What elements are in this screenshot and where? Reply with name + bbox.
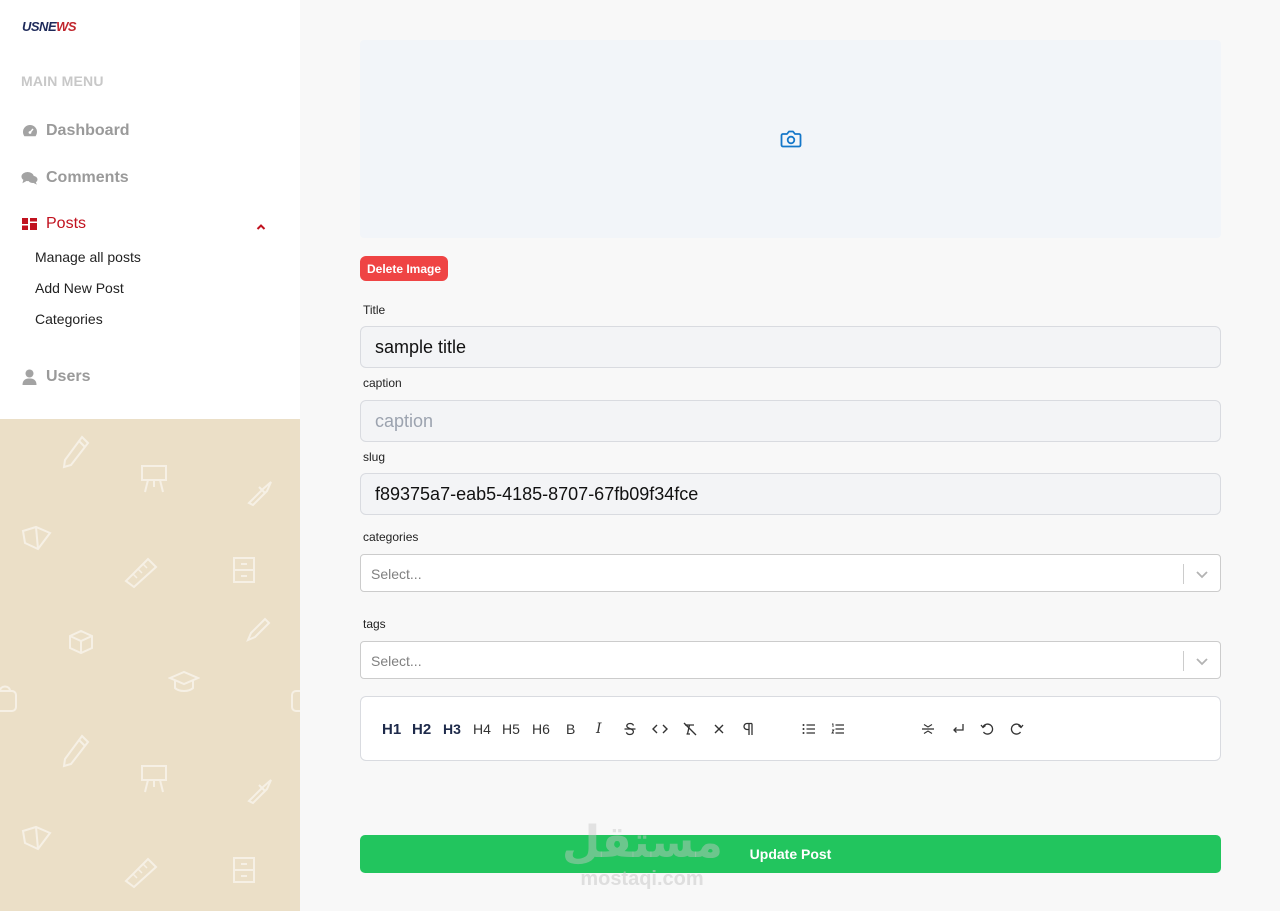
heading-3-button[interactable]: H3: [443, 719, 461, 739]
user-icon: [21, 369, 38, 386]
select-separator: [1183, 564, 1184, 584]
sidebar-item-label: Comments: [46, 169, 129, 186]
select-separator: [1183, 651, 1184, 671]
strikethrough-icon[interactable]: [624, 719, 636, 739]
categories-select[interactable]: Select...: [360, 554, 1221, 592]
book-doodle-icon: [21, 525, 52, 551]
easel-doodle-icon: [141, 765, 167, 793]
sidebar: USNEWS MAIN MENU Dashboard Comments Post…: [0, 0, 300, 911]
posts-icon: [21, 216, 38, 233]
rich-text-editor[interactable]: H1 H2 H3 H4 H5 H6 B I: [360, 696, 1221, 761]
heading-4-button[interactable]: H4: [473, 719, 491, 739]
bag-doodle-icon: [291, 690, 300, 712]
app-logo[interactable]: USNEWS: [22, 19, 77, 34]
sidebar-item-label: Posts: [46, 215, 87, 232]
sidebar-doodle-pattern: [0, 419, 300, 911]
clear-format-icon[interactable]: [683, 719, 697, 739]
undo-icon[interactable]: [980, 719, 994, 739]
cabinet-doodle-icon: [233, 857, 255, 883]
code-icon[interactable]: [652, 719, 668, 739]
tags-label: tags: [363, 617, 386, 631]
categories-label: categories: [363, 530, 419, 544]
box-doodle-icon: [69, 629, 93, 655]
slug-input[interactable]: [360, 473, 1221, 515]
hard-break-icon[interactable]: [951, 719, 965, 739]
rocket-doodle-icon: [247, 779, 272, 805]
title-input[interactable]: [360, 326, 1221, 368]
chevron-down-icon[interactable]: [1194, 653, 1210, 669]
pencil-doodle-icon: [62, 435, 90, 469]
categories-placeholder: Select...: [371, 566, 422, 582]
submenu-add-new-post[interactable]: Add New Post: [35, 280, 124, 296]
tags-select[interactable]: Select...: [360, 641, 1221, 679]
submenu-manage-posts[interactable]: Manage all posts: [35, 249, 141, 265]
pencil-doodle-icon: [62, 734, 90, 768]
heading-2-button[interactable]: H2: [412, 719, 431, 739]
post-editor-main: Delete Image Title caption slug categori…: [300, 0, 1280, 911]
image-upload-area[interactable]: [360, 40, 1221, 238]
cap-doodle-icon: [168, 670, 200, 692]
sidebar-item-posts[interactable]: Posts: [21, 215, 266, 233]
dashboard-icon: [21, 123, 38, 140]
ruler-doodle-icon: [124, 857, 158, 889]
title-label: Title: [363, 303, 386, 317]
horizontal-rule-icon[interactable]: [921, 719, 935, 739]
tags-placeholder: Select...: [371, 653, 422, 669]
ruler-doodle-icon: [124, 557, 158, 589]
heading-1-button[interactable]: H1: [382, 719, 401, 739]
main-menu-label: MAIN MENU: [21, 73, 104, 89]
sidebar-item-label: Users: [46, 368, 91, 385]
sidebar-item-comments[interactable]: Comments: [21, 169, 129, 187]
paragraph-icon[interactable]: [742, 719, 754, 739]
delete-image-button[interactable]: Delete Image: [360, 256, 449, 281]
camera-icon[interactable]: [780, 128, 802, 150]
sidebar-item-dashboard[interactable]: Dashboard: [21, 122, 130, 140]
update-post-button[interactable]: Update Post: [360, 835, 1221, 873]
italic-button[interactable]: I: [596, 719, 602, 739]
sidebar-item-label: Dashboard: [46, 122, 130, 139]
ordered-list-icon[interactable]: [831, 719, 845, 739]
sidebar-menu: USNEWS MAIN MENU Dashboard Comments Post…: [0, 0, 300, 419]
bag-doodle-icon: [0, 685, 17, 712]
book-doodle-icon: [21, 825, 52, 851]
caption-input[interactable]: [360, 400, 1221, 442]
submenu-categories[interactable]: Categories: [35, 311, 103, 327]
caption-label: caption: [363, 376, 402, 390]
bullet-list-icon[interactable]: [802, 719, 816, 739]
comments-icon: [21, 170, 38, 187]
heading-6-button[interactable]: H6: [532, 719, 550, 739]
bold-button[interactable]: B: [566, 719, 575, 739]
clear-nodes-icon[interactable]: [713, 719, 725, 739]
chevron-down-icon[interactable]: [1194, 566, 1210, 582]
chevron-up-icon[interactable]: [256, 219, 266, 230]
redo-icon[interactable]: [1010, 719, 1024, 739]
rocket-doodle-icon: [247, 481, 272, 507]
pen-doodle-icon: [246, 617, 271, 642]
heading-5-button[interactable]: H5: [502, 719, 520, 739]
slug-label: slug: [363, 450, 386, 464]
sidebar-item-users[interactable]: Users: [21, 368, 90, 386]
easel-doodle-icon: [141, 465, 167, 493]
cabinet-doodle-icon: [233, 557, 255, 583]
